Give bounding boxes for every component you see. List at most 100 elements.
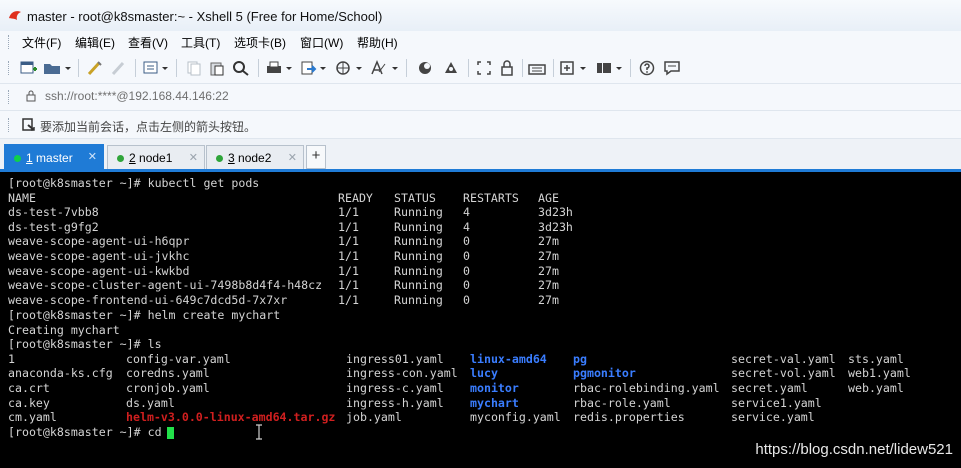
toolbar-separator — [553, 59, 554, 77]
hintbar-grip — [8, 118, 12, 132]
pod-field: 27m — [538, 263, 559, 278]
pod-field: Running — [394, 219, 443, 234]
session-hint-bar: 要添加当前会话，点击左侧的箭头按钮。 — [0, 110, 961, 139]
pod-field: 0 — [463, 278, 470, 293]
paste-icon[interactable] — [207, 59, 227, 77]
pod-field: Running — [394, 278, 443, 293]
layout-icon[interactable] — [594, 59, 624, 77]
menu-window[interactable]: 窗口(W) — [300, 34, 343, 51]
keyboard-icon[interactable] — [527, 59, 547, 77]
toolbar-grip — [8, 61, 12, 75]
file-entry: ingress01.yaml — [346, 351, 444, 366]
pod-field: Running — [394, 249, 443, 263]
open-folder-icon[interactable] — [42, 59, 72, 77]
file-entry: redis.properties — [573, 410, 685, 425]
file-entry: ingress-h.yaml — [346, 395, 444, 410]
menu-tools[interactable]: 工具(T) — [181, 34, 220, 51]
command-line: [root@k8smaster ~]# helm create mychart — [8, 308, 281, 322]
add-tab-button[interactable]: + — [306, 145, 326, 169]
pod-field: 27m — [538, 292, 559, 307]
menu-file[interactable]: 文件(F) — [22, 34, 61, 51]
pod-field: 1/1 — [338, 278, 359, 293]
tab-master[interactable]: 1 master ✕ — [4, 144, 104, 171]
toolbar-separator — [135, 59, 136, 77]
pod-field: 0 — [463, 234, 470, 249]
toolbar-separator — [630, 59, 631, 77]
tab-bar: 1 master ✕ 2 node1 ✕ 3 node2 ✕ + — [0, 138, 961, 171]
toolbar-separator — [258, 59, 259, 77]
toolbar-separator — [468, 59, 469, 77]
copy-icon[interactable] — [184, 59, 204, 77]
font-icon[interactable] — [368, 59, 400, 77]
find-icon[interactable] — [230, 59, 252, 77]
lock-icon[interactable] — [497, 59, 517, 77]
column-header: READY — [338, 190, 373, 205]
compose-icon[interactable] — [558, 59, 588, 77]
pod-name: weave-scope-agent-ui-jvkhc — [8, 249, 190, 263]
tab-node2[interactable]: 3 node2 ✕ — [206, 145, 304, 170]
file-entry: myconfig.yaml — [470, 410, 561, 425]
pod-field: Running — [394, 292, 443, 307]
file-entry: ca.crt — [8, 381, 50, 395]
column-header: AGE — [538, 190, 559, 205]
hint-text: 要添加当前会话，点击左侧的箭头按钮。 — [40, 120, 257, 134]
file-entry: ds.yaml — [126, 395, 175, 410]
close-icon[interactable]: ✕ — [189, 151, 198, 164]
pod-field: 1/1 — [338, 219, 359, 234]
addressbar-grip — [8, 90, 12, 104]
menubar-grip — [8, 35, 12, 49]
watermark: https://blog.csdn.net/lidew521 — [755, 441, 953, 458]
properties-icon[interactable] — [84, 59, 106, 77]
file-entry: web1.yaml — [848, 366, 911, 381]
pod-field: 1/1 — [338, 263, 359, 278]
column-header: RESTARTS — [463, 190, 519, 205]
script-icon[interactable] — [414, 59, 436, 77]
directory-entry: lucy — [470, 366, 498, 381]
xshell-window: master - root@k8smaster:~ - Xshell 5 (Fr… — [0, 0, 961, 468]
pod-field: 3d23h — [538, 205, 573, 220]
pod-name: weave-scope-cluster-agent-ui-7498b8d4f4-… — [8, 278, 323, 293]
pod-field: Running — [394, 205, 443, 220]
sftp-icon[interactable] — [298, 59, 328, 77]
print-icon[interactable] — [264, 59, 294, 77]
file-entry: cronjob.yaml — [126, 381, 210, 395]
file-entry: job.yaml — [346, 410, 402, 425]
fullscreen-icon[interactable] — [474, 59, 494, 77]
transfer-icon[interactable] — [142, 59, 170, 77]
tab-node1[interactable]: 2 node1 ✕ — [107, 145, 205, 170]
close-icon[interactable]: ✕ — [88, 150, 97, 163]
file-entry: secret-val.yaml — [731, 351, 836, 366]
toolbar-separator — [78, 59, 79, 77]
close-icon[interactable]: ✕ — [288, 151, 297, 164]
pod-field: 27m — [538, 234, 559, 249]
globe-icon[interactable] — [334, 59, 364, 77]
address-bar: ssh://root:****@192.168.44.146:22 — [0, 83, 961, 110]
toolbar-separator — [406, 59, 407, 77]
directory-entry: pgmonitor — [573, 366, 636, 381]
chat-icon[interactable] — [662, 59, 682, 77]
new-session-icon[interactable] — [18, 59, 40, 77]
file-entry: ingress-c.yaml — [346, 381, 444, 395]
command-output: Creating mychart — [8, 322, 120, 337]
file-entry: web.yaml — [848, 381, 904, 395]
window-title: master - root@k8smaster:~ - Xshell 5 (Fr… — [27, 9, 383, 24]
help-icon[interactable] — [637, 59, 657, 77]
terminal-area[interactable]: [root@k8smaster ~]# kubectl get pods NAM… — [0, 172, 961, 468]
menu-edit[interactable]: 编辑(E) — [75, 34, 115, 51]
menu-help[interactable]: 帮助(H) — [357, 34, 398, 51]
pod-field: Running — [394, 263, 443, 278]
menu-view[interactable]: 查看(V) — [128, 34, 168, 51]
record-icon[interactable] — [440, 59, 462, 77]
tab-label: 2 node1 — [129, 151, 173, 165]
pod-field: Running — [394, 234, 443, 249]
pod-field: 0 — [463, 249, 470, 263]
menu-tabs[interactable]: 选项卡(B) — [234, 34, 286, 51]
address-input[interactable]: ssh://root:****@192.168.44.146:22 — [45, 89, 229, 103]
add-session-arrow-icon[interactable] — [22, 118, 36, 132]
xshell-logo-icon — [9, 11, 21, 20]
pod-field: 3d23h — [538, 219, 573, 234]
mouse-ibeam-icon — [256, 424, 262, 440]
pod-name: weave-scope-frontend-ui-649c7dcd5d-7x7xr — [8, 292, 288, 307]
pod-name: ds-test-g9fg2 — [8, 219, 99, 234]
reconnect-icon[interactable] — [108, 59, 130, 77]
